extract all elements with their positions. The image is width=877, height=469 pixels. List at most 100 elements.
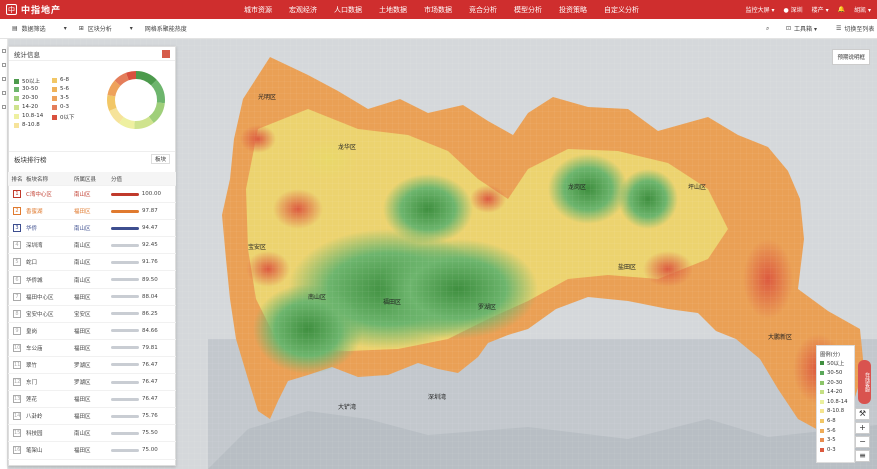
- table-row[interactable]: 8 宝安中心区 宝安区 86.25: [8, 306, 176, 323]
- nav-item[interactable]: 宏观经济: [289, 5, 317, 15]
- header-name: 板块名称: [26, 176, 49, 183]
- nav-item[interactable]: 模型分析: [514, 5, 542, 15]
- district-name: 福田区: [74, 448, 91, 455]
- district-name: 南山区: [74, 277, 91, 284]
- table-row[interactable]: 9 皇岗 福田区 84.66: [8, 323, 176, 340]
- district-label: 龙岗区: [568, 183, 586, 191]
- map-legend-item: 10.8-14: [820, 397, 851, 407]
- nav-item[interactable]: 人口数据: [334, 5, 362, 15]
- stats-legend-item: 0以下: [52, 113, 75, 121]
- score-bar: [111, 243, 139, 247]
- zoom-in-button[interactable]: +: [855, 422, 870, 434]
- table-row[interactable]: 15 科技园 南山区 75.50: [8, 425, 176, 443]
- close-icon[interactable]: [162, 49, 170, 58]
- district-name: 福田区: [74, 328, 91, 335]
- score-value: 91.76: [142, 259, 158, 266]
- score-value: 76.47: [142, 379, 158, 386]
- header-score: 分值: [111, 176, 123, 183]
- score-value: 86.25: [142, 310, 158, 317]
- table-row[interactable]: 12 东门 罗湖区 76.47: [8, 374, 176, 392]
- filter-icon: ▤: [12, 25, 18, 32]
- toolbox-label: 工具箱 ▾: [794, 26, 817, 33]
- ranking-type-select[interactable]: 板块: [150, 153, 170, 164]
- prediction-tab[interactable]: 网格系聚能热度: [145, 24, 187, 33]
- table-row[interactable]: 11 翠竹 罗湖区 76.47: [8, 357, 176, 375]
- user-menu[interactable]: 胡凯 ▾: [854, 5, 871, 14]
- nav-item[interactable]: 投资策略: [559, 5, 587, 15]
- score-bar: [111, 209, 139, 213]
- rank-badge: 14: [13, 412, 21, 421]
- legend-swatch: [820, 428, 824, 433]
- legend-swatch: [52, 114, 57, 120]
- expectation-button[interactable]: 预期说明框: [832, 49, 870, 65]
- rail-icon[interactable]: [2, 91, 6, 95]
- legend-label: 20-30: [827, 379, 843, 386]
- score-bar: [111, 312, 139, 316]
- stats-legend-item: 20-30: [14, 95, 38, 101]
- toolbox-button[interactable]: ⊡ 工具箱 ▾: [786, 24, 817, 33]
- nav-item[interactable]: 城市资源: [244, 5, 272, 15]
- legend-label: 20-30: [22, 95, 38, 101]
- table-row[interactable]: 10 车公庙 福田区 79.81: [8, 340, 176, 357]
- zoom-out-button[interactable]: −: [855, 436, 870, 448]
- district-label: 坪山区: [688, 183, 706, 191]
- city-selector[interactable]: ● 深圳: [784, 5, 803, 14]
- score-bar: [111, 226, 139, 230]
- table-row[interactable]: 3 华侨 南山区 94.47: [8, 220, 176, 238]
- table-row[interactable]: 13 莲花 福田区 76.47: [8, 391, 176, 409]
- score-bar: [111, 346, 139, 350]
- legend-label: 30-50: [827, 369, 843, 376]
- legend-swatch: [820, 380, 824, 385]
- legend-label: 3-5: [60, 95, 69, 101]
- legend-label: 3-5: [827, 437, 836, 444]
- score-value: 75.50: [142, 430, 158, 437]
- map-legend-item: 20-30: [820, 378, 851, 388]
- ranking-header: 排名 板块名称 所属区县 分值: [8, 172, 176, 186]
- table-row[interactable]: 6 华侨城 南山区 89.50: [8, 271, 176, 289]
- layers-icon[interactable]: ≡: [855, 450, 870, 462]
- table-row[interactable]: 1 C湾中心区 南山区 100.00: [8, 186, 176, 204]
- legend-swatch: [820, 370, 824, 375]
- online-service-tab[interactable]: 在线客服: [858, 360, 871, 404]
- nav-item[interactable]: 市场数据: [424, 5, 452, 15]
- nav-item[interactable]: 竞合分析: [469, 5, 497, 15]
- nav-item[interactable]: 土地数据: [379, 5, 407, 15]
- table-row[interactable]: 2 香蜜湖 福田区 97.87: [8, 203, 176, 221]
- screen-monitor-button[interactable]: 监控大屏 ▾: [746, 5, 775, 14]
- block-analysis-label: 区块分析: [87, 26, 112, 33]
- score-value: 76.47: [142, 396, 158, 403]
- table-row[interactable]: 5 蛇口 南山区 91.76: [8, 254, 176, 272]
- stats-title: 统计信息: [14, 50, 40, 59]
- rail-icon[interactable]: [2, 105, 6, 109]
- tools-icon[interactable]: ⚒: [855, 408, 870, 420]
- legend-label: 14-20: [827, 389, 843, 396]
- score-bar: [111, 278, 139, 282]
- legend-swatch: [52, 95, 57, 101]
- district-name: 南山区: [74, 226, 91, 233]
- table-row[interactable]: 14 八卦岭 福田区 75.76: [8, 408, 176, 426]
- stats-legend-item: 8-10.8: [14, 122, 40, 128]
- toolbar: ▤ 数据筛选 ▾ ⊞ 区块分析 ▾ 网格系聚能热度 ⌕ ⊡ 工具箱 ▾ ☰ 切换…: [0, 19, 877, 39]
- bell-icon[interactable]: 🔔: [838, 6, 845, 13]
- data-filter-dropdown[interactable]: ▤ 数据筛选 ▾: [12, 24, 67, 33]
- legend-label: 8-10.8: [827, 408, 845, 415]
- property-selector[interactable]: 楼产 ▾: [812, 5, 829, 14]
- stats-legend-item: 5-6: [52, 86, 69, 92]
- rail-icon[interactable]: [2, 63, 6, 67]
- search-icon[interactable]: ⌕: [766, 25, 769, 33]
- score-value: 94.47: [142, 225, 158, 232]
- table-row[interactable]: 7 福田中心区 福田区 88.04: [8, 289, 176, 306]
- nav-item[interactable]: 自定义分析: [604, 5, 639, 15]
- block-analysis-dropdown[interactable]: ⊞ 区块分析 ▾: [79, 24, 133, 33]
- rail-icon[interactable]: [2, 49, 6, 53]
- block-name: 宝安中心区: [26, 311, 54, 318]
- district-name: 罗湖区: [74, 380, 91, 387]
- score-bar: [111, 380, 139, 384]
- table-row[interactable]: 16 笔架山 福田区 75.00: [8, 442, 176, 460]
- switch-list-button[interactable]: ☰ 切换至列表: [836, 24, 874, 33]
- logo[interactable]: 中 中指地产: [6, 3, 61, 16]
- rail-icon[interactable]: [2, 77, 6, 81]
- legend-swatch: [14, 113, 19, 119]
- table-row[interactable]: 4 深圳湾 南山区 92.45: [8, 237, 176, 255]
- ranking-table: 排名 板块名称 所属区县 分值 1 C湾中心区 南山区 100.00 2 香蜜湖 福田区 97…: [8, 172, 176, 460]
